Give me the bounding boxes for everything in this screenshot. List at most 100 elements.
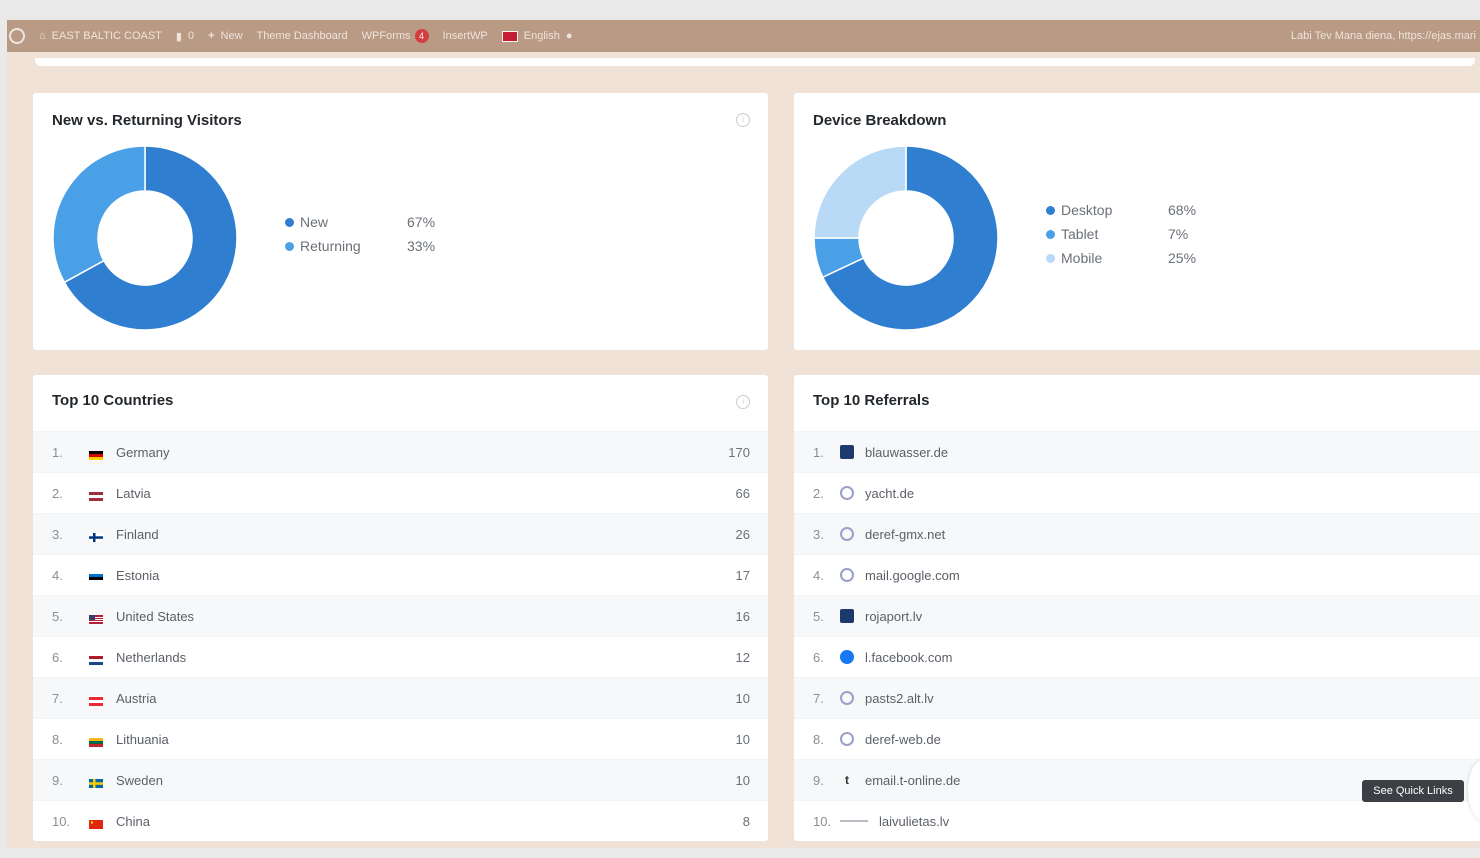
globe-icon [840, 568, 854, 582]
donut-slice-mobile[interactable] [813, 145, 907, 239]
card-title: Device Breakdown [813, 112, 947, 129]
info-icon[interactable]: i [736, 395, 750, 409]
country-count: 12 [735, 649, 750, 665]
language-switcher[interactable]: English ● [501, 30, 573, 42]
row-rank: 10. [813, 813, 832, 829]
globe-icon [840, 691, 854, 705]
country-count: 26 [735, 526, 750, 542]
table-row[interactable]: 4. mail.google.com [794, 554, 1480, 595]
country-count: 170 [728, 444, 750, 460]
table-row: 9. Sweden 10 [33, 759, 768, 800]
referral-domain[interactable]: yacht.de [865, 486, 1480, 501]
top-countries-card: Top 10 Countries i 1. Germany 170 2. Latv… [33, 375, 768, 841]
referral-domain[interactable]: deref-web.de [865, 732, 1480, 747]
country-count: 8 [742, 813, 750, 829]
table-row[interactable]: 6. l.facebook.com [794, 636, 1480, 677]
legend-row-new: New 67% [285, 210, 435, 234]
legend-dot [1046, 229, 1055, 239]
germany-flag-icon [89, 448, 103, 460]
device-legend: Desktop 68% Tablet 7% Mobile 25% [1046, 198, 1196, 270]
admin-bar: ⌂ EAST BALTIC COAST ▮ 0 + New Theme Dashboa… [7, 20, 1480, 52]
table-row: 6. Netherlands 12 [33, 636, 768, 677]
table-row[interactable]: 2. yacht.de [794, 472, 1480, 513]
legend-dot [285, 241, 294, 251]
row-rank: 6. [813, 649, 824, 665]
row-rank: 7. [813, 690, 824, 706]
help-icon: ● [565, 30, 573, 42]
referral-domain[interactable]: blauwasser.de [865, 445, 1480, 460]
table-row: 10. China 8 [33, 800, 768, 841]
row-rank: 8. [52, 731, 63, 747]
donut-slice-returning[interactable] [52, 145, 146, 284]
legend-row-returning: Returning 33% [285, 234, 435, 258]
top-referrals-card: Top 10 Referrals 1. blauwasser.de 2. yach… [794, 375, 1480, 841]
insights-link[interactable]: InsertWP [443, 30, 488, 42]
row-rank: 1. [813, 444, 824, 460]
device-breakdown-card: Device Breakdown Desktop 68% Tablet 7% M… [794, 93, 1480, 350]
account-greeting[interactable]: Labi Tev Mana diena, https://ejas.mari [1291, 30, 1476, 42]
legend-dot [285, 217, 294, 227]
t-online-icon: t [845, 773, 849, 787]
globe-icon [840, 732, 854, 746]
legend-dot [1046, 205, 1055, 215]
comment-icon: ▮ [175, 30, 182, 43]
row-rank: 4. [813, 567, 824, 583]
row-rank: 3. [813, 526, 824, 542]
wordpress-logo-icon[interactable] [9, 28, 25, 44]
country-count: 10 [735, 690, 750, 706]
country-name: Netherlands [116, 649, 187, 665]
new-vs-returning-card: New vs. Returning Visitors i New 67% Ret… [33, 93, 768, 350]
referral-domain[interactable]: mail.google.com [865, 568, 1480, 583]
site-favicon [840, 609, 854, 623]
row-rank: 6. [52, 649, 63, 665]
row-rank: 9. [813, 772, 824, 788]
country-name: United States [116, 608, 195, 624]
row-rank: 3. [52, 526, 63, 542]
referral-domain[interactable]: pasts2.alt.lv [865, 691, 1480, 706]
comments-link[interactable]: ▮ 0 [176, 30, 194, 43]
row-rank: 4. [52, 567, 63, 583]
legend-row-mobile: Mobile 25% [1046, 246, 1196, 270]
legend-dot [1046, 253, 1055, 263]
site-name-link[interactable]: ⌂ EAST BALTIC COAST [39, 30, 162, 42]
wpforms-badge: 4 [414, 29, 429, 43]
row-rank: 9. [52, 772, 63, 788]
table-row[interactable]: 1. blauwasser.de [794, 431, 1480, 472]
home-icon: ⌂ [39, 30, 46, 42]
info-icon[interactable]: i [736, 113, 750, 127]
table-row: 3. Finland 26 [33, 513, 768, 554]
referral-domain[interactable]: l.facebook.com [865, 650, 1480, 665]
row-rank: 5. [52, 608, 63, 624]
table-row[interactable]: 7. pasts2.alt.lv [794, 677, 1480, 718]
row-rank: 7. [52, 690, 63, 706]
row-rank: 8. [813, 731, 824, 747]
row-rank: 2. [52, 485, 63, 501]
theme-dashboard-link[interactable]: Theme Dashboard [257, 30, 348, 42]
card-title: Top 10 Countries [52, 392, 174, 409]
new-content-link[interactable]: + New [208, 30, 242, 42]
countries-list: 1. Germany 170 2. Latvia 66 3. Finland 26 4… [33, 431, 768, 841]
country-count: 16 [735, 608, 750, 624]
wpforms-link[interactable]: WPForms 4 [362, 29, 429, 43]
referral-domain[interactable]: deref-gmx.net [865, 527, 1480, 542]
table-row[interactable]: 10. laivulietas.lv [794, 800, 1480, 841]
plus-icon: + [208, 30, 215, 42]
see-quick-links-button[interactable]: See Quick Links [1362, 780, 1464, 802]
table-row[interactable]: 8. deref-web.de [794, 718, 1480, 759]
country-name: Estonia [116, 567, 160, 583]
legend-row-desktop: Desktop 68% [1046, 198, 1196, 222]
row-rank: 2. [813, 485, 824, 501]
table-row[interactable]: 5. rojaport.lv [794, 595, 1480, 636]
new-vs-returning-legend: New 67% Returning 33% [285, 210, 435, 258]
country-count: 10 [735, 731, 750, 747]
table-row[interactable]: 3. deref-gmx.net [794, 513, 1480, 554]
sweden-flag-icon [89, 776, 103, 788]
country-name: Austria [116, 690, 157, 706]
card-title: New vs. Returning Visitors [52, 112, 242, 129]
referral-domain[interactable]: rojaport.lv [865, 609, 1480, 624]
usa-flag-icon [89, 612, 103, 624]
referral-domain[interactable]: laivulietas.lv [879, 814, 1480, 829]
estonia-flag-icon [89, 571, 103, 583]
country-name: Lithuania [116, 731, 169, 747]
austria-flag-icon [89, 694, 103, 706]
